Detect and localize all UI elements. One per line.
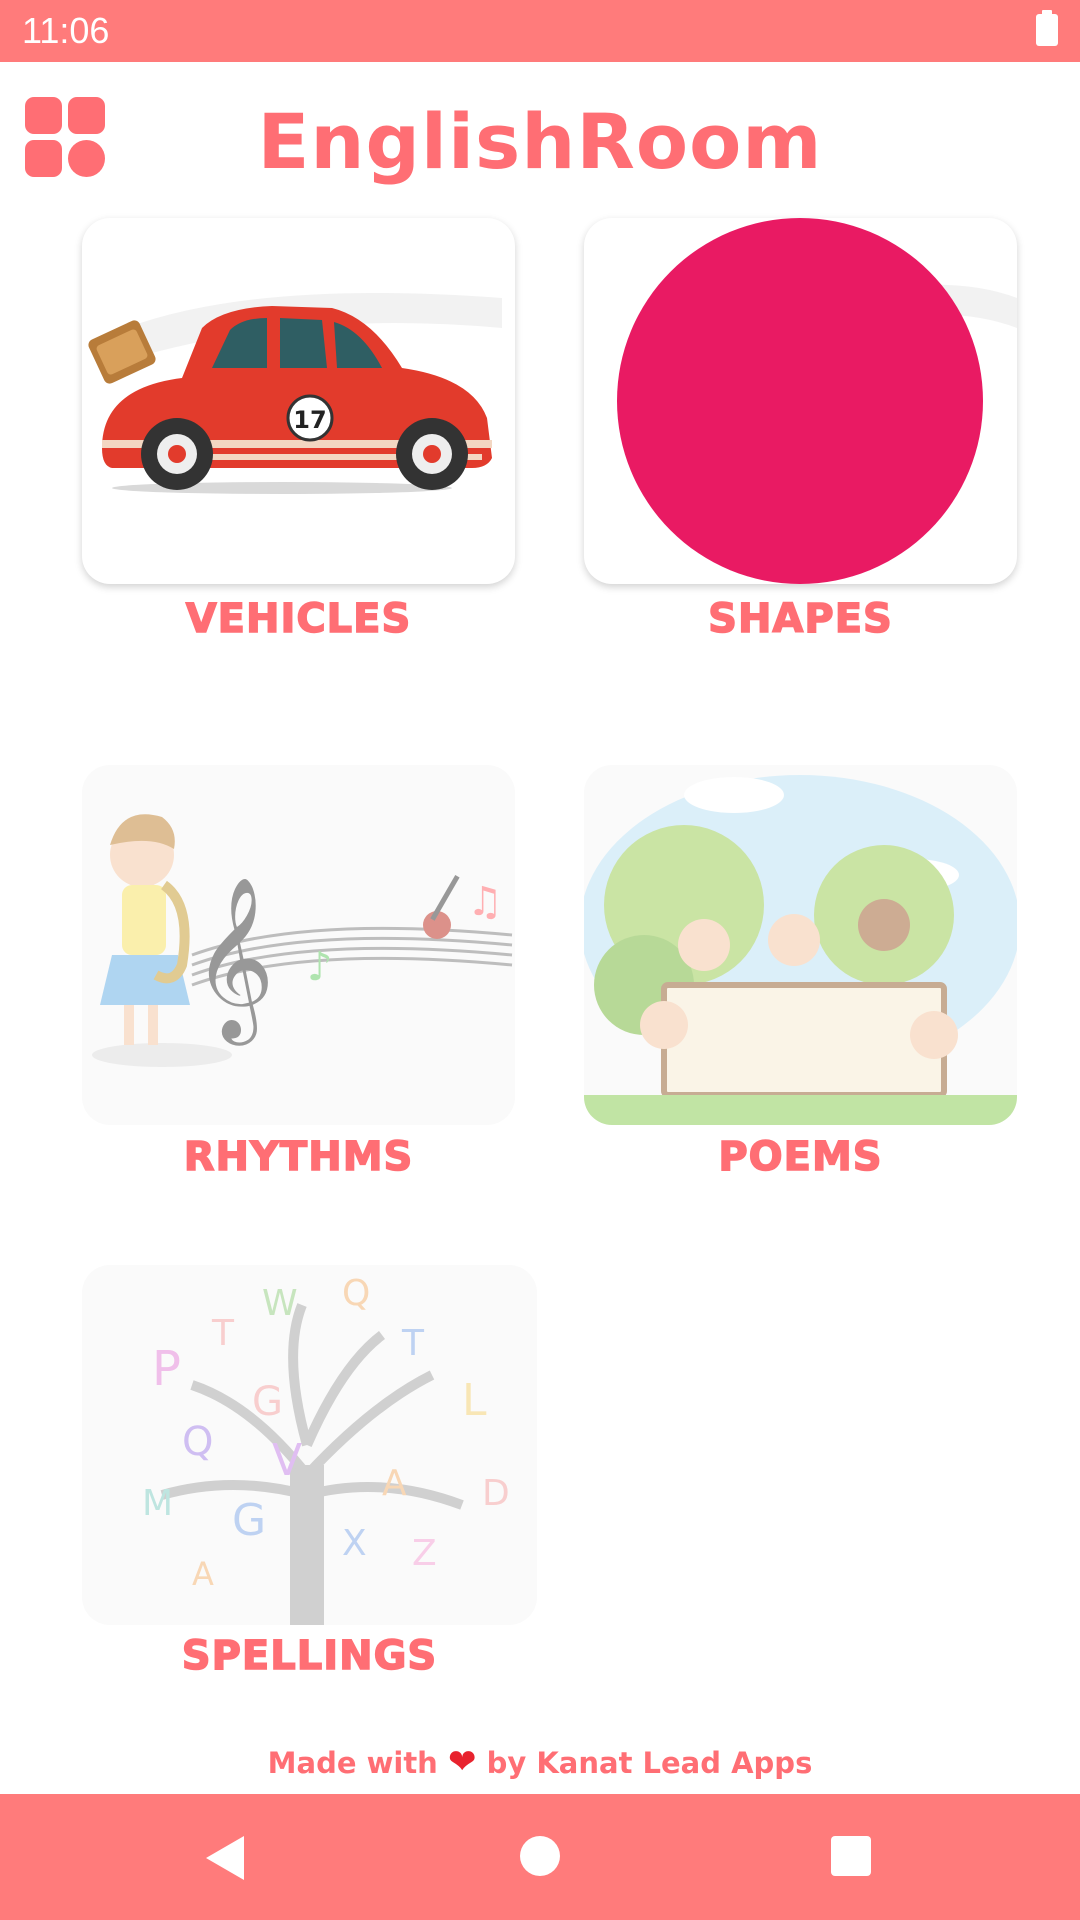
category-label-vehicles: VEHICLES (185, 595, 412, 643)
svg-text:♫: ♫ (467, 879, 503, 925)
kids-reading-by-tree-illustration (584, 775, 1017, 1125)
home-icon[interactable] (520, 1836, 560, 1876)
category-label-poems: POEMS (718, 1133, 883, 1181)
app-title: EnglishRoom (257, 97, 823, 186)
footer-prefix: Made with (267, 1746, 438, 1780)
svg-text:W: W (262, 1283, 298, 1324)
svg-text:A: A (192, 1555, 214, 1593)
svg-text:𝄞: 𝄞 (192, 876, 275, 1046)
category-card-rhythms[interactable]: 𝄞 ♪ ♫ (82, 765, 515, 1125)
svg-text:P: P (152, 1341, 181, 1397)
svg-text:V: V (272, 1435, 302, 1486)
category-label-rhythms: RHYTHMS (183, 1133, 414, 1181)
svg-text:G: G (252, 1379, 283, 1425)
category-label-spellings: SPELLINGS (181, 1632, 438, 1680)
category-card-poems[interactable] (584, 765, 1017, 1125)
navigation-bar (0, 1794, 1080, 1920)
svg-text:17: 17 (293, 406, 326, 434)
svg-text:T: T (211, 1313, 235, 1354)
alphabet-tree-illustration: P T W Q T L Q G V M G A D X Z A (142, 1273, 510, 1625)
back-icon[interactable] (206, 1836, 244, 1880)
footer-credit: Made with ❤ by Kanat Lead Apps (0, 1742, 1080, 1782)
svg-text:Z: Z (412, 1533, 437, 1574)
svg-text:A: A (382, 1463, 407, 1504)
svg-text:D: D (482, 1473, 510, 1514)
category-card-shapes[interactable] (584, 218, 1017, 584)
svg-text:L: L (462, 1375, 487, 1426)
svg-text:T: T (401, 1323, 425, 1364)
svg-text:♪: ♪ (307, 944, 333, 990)
category-label-shapes: SHAPES (707, 595, 893, 643)
recents-icon[interactable] (831, 1836, 871, 1876)
svg-text:X: X (342, 1523, 367, 1564)
status-time: 11:06 (22, 10, 110, 51)
battery-icon (1036, 10, 1058, 46)
girl-playing-saxophone-illustration: 𝄞 ♪ ♫ (92, 814, 513, 1067)
heart-icon: ❤ (447, 1742, 477, 1782)
category-card-spellings[interactable]: P T W Q T L Q G V M G A D X Z A (82, 1265, 537, 1625)
pink-circle-illustration (617, 218, 1017, 584)
svg-text:Q: Q (342, 1273, 370, 1314)
svg-text:Q: Q (182, 1419, 213, 1465)
category-card-vehicles[interactable]: 17 (82, 218, 515, 584)
red-car-illustration: 17 (88, 293, 502, 494)
svg-text:G: G (232, 1495, 266, 1546)
footer-suffix: by Kanat Lead Apps (486, 1746, 813, 1780)
svg-text:M: M (142, 1483, 173, 1524)
status-bar: 11:06 (0, 0, 1080, 62)
